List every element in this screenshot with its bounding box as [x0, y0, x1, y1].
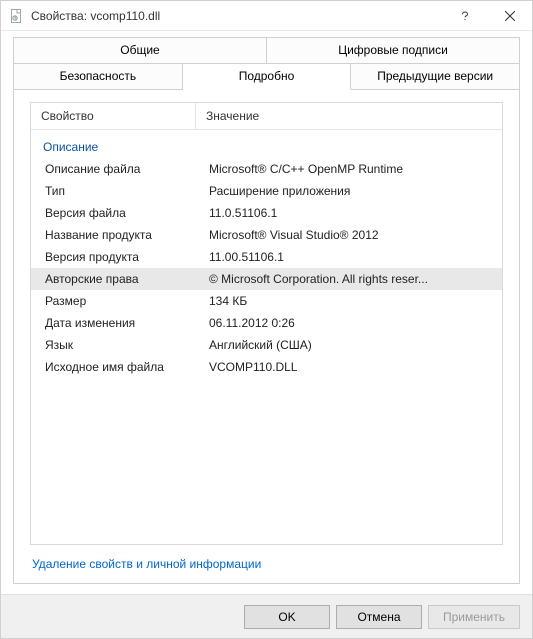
property-value: 11.00.51106.1	[209, 249, 502, 265]
property-list-header: Свойство Значение	[31, 103, 502, 130]
property-list-body: Описание Описание файлаMicrosoft® C/C++ …	[31, 130, 502, 386]
tab-previous-versions[interactable]: Предыдущие версии	[351, 63, 520, 90]
column-header-property[interactable]: Свойство	[31, 103, 196, 129]
tab-details[interactable]: Подробно	[183, 63, 352, 90]
property-name: Описание файла	[31, 161, 209, 177]
property-row[interactable]: Дата изменения06.11.2012 0:26	[31, 312, 502, 334]
group-header-description: Описание	[31, 134, 502, 158]
titlebar: Свойства: vcomp110.dll	[1, 1, 532, 31]
tab-security[interactable]: Безопасность	[13, 63, 183, 90]
file-icon	[9, 8, 25, 24]
property-row[interactable]: Версия файла11.0.51106.1	[31, 202, 502, 224]
property-name: Размер	[31, 293, 209, 309]
button-bar: OK Отмена Применить	[1, 594, 532, 638]
column-header-value[interactable]: Значение	[196, 103, 502, 129]
tab-digital-signatures[interactable]: Цифровые подписи	[267, 37, 520, 63]
properties-dialog: Свойства: vcomp110.dll Общие Цифровые по…	[0, 0, 533, 639]
property-row[interactable]: Описание файлаMicrosoft® C/C++ OpenMP Ru…	[31, 158, 502, 180]
property-name: Дата изменения	[31, 315, 209, 331]
property-value: 06.11.2012 0:26	[209, 315, 502, 331]
property-row[interactable]: ЯзыкАнглийский (США)	[31, 334, 502, 356]
apply-button[interactable]: Применить	[428, 605, 520, 629]
property-row[interactable]: Размер134 КБ	[31, 290, 502, 312]
tab-content: Свойство Значение Описание Описание файл…	[13, 90, 520, 584]
tab-strip: Общие Цифровые подписи Безопасность Подр…	[1, 31, 532, 90]
tab-general[interactable]: Общие	[13, 37, 267, 63]
property-name: Версия продукта	[31, 249, 209, 265]
property-name: Версия файла	[31, 205, 209, 221]
property-name: Название продукта	[31, 227, 209, 243]
cancel-button[interactable]: Отмена	[336, 605, 422, 629]
window-buttons	[442, 1, 532, 30]
property-name: Язык	[31, 337, 209, 353]
help-button[interactable]	[442, 1, 487, 30]
property-name: Исходное имя файла	[31, 359, 209, 375]
property-row[interactable]: Версия продукта11.00.51106.1	[31, 246, 502, 268]
property-row[interactable]: ТипРасширение приложения	[31, 180, 502, 202]
property-value: 11.0.51106.1	[209, 205, 502, 221]
property-value: Расширение приложения	[209, 183, 502, 199]
property-list[interactable]: Свойство Значение Описание Описание файл…	[30, 102, 503, 545]
window-title: Свойства: vcomp110.dll	[31, 9, 442, 23]
property-value: VCOMP110.DLL	[209, 359, 502, 375]
property-value: Английский (США)	[209, 337, 502, 353]
property-value: Microsoft® Visual Studio® 2012	[209, 227, 502, 243]
ok-button[interactable]: OK	[244, 605, 330, 629]
property-row[interactable]: Авторские права© Microsoft Corporation. …	[31, 268, 502, 290]
remove-properties-link[interactable]: Удаление свойств и личной информации	[32, 557, 261, 571]
close-button[interactable]	[487, 1, 532, 30]
property-value: © Microsoft Corporation. All rights rese…	[209, 271, 502, 287]
property-row[interactable]: Название продуктаMicrosoft® Visual Studi…	[31, 224, 502, 246]
property-name: Авторские права	[31, 271, 209, 287]
property-name: Тип	[31, 183, 209, 199]
property-value: 134 КБ	[209, 293, 502, 309]
property-value: Microsoft® C/C++ OpenMP Runtime	[209, 161, 502, 177]
property-row[interactable]: Исходное имя файлаVCOMP110.DLL	[31, 356, 502, 378]
